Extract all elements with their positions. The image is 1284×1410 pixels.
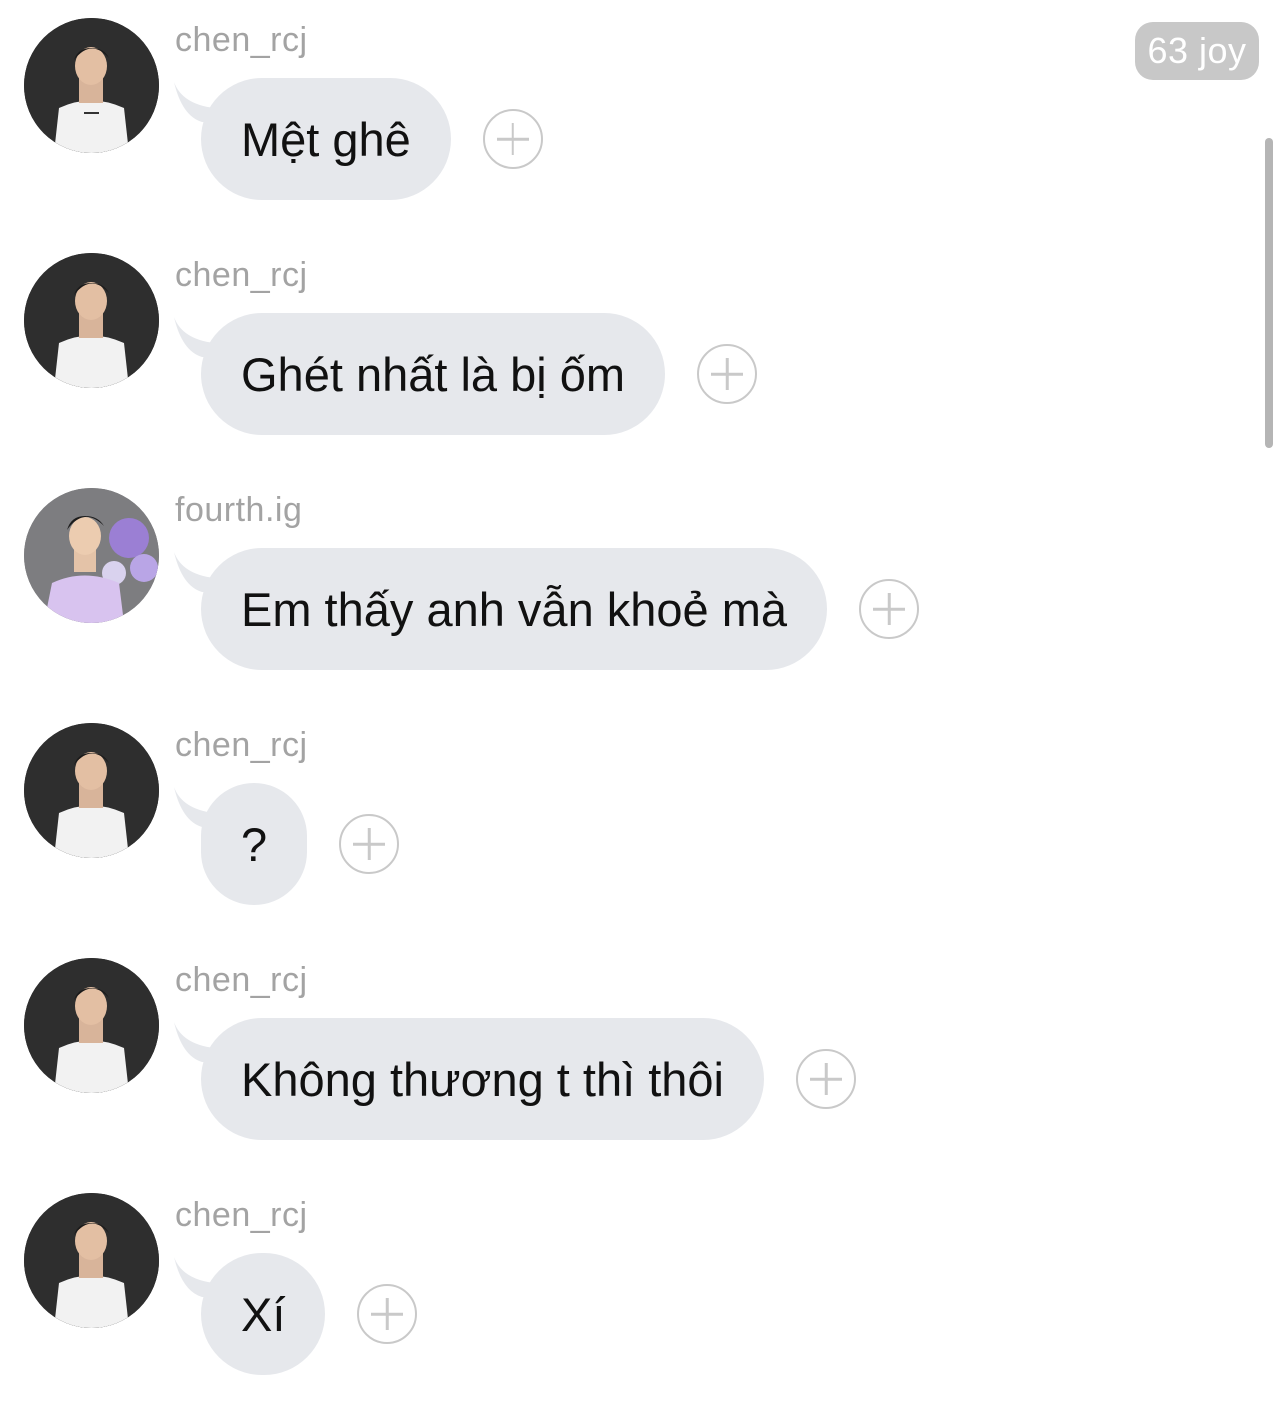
user-avatar[interactable] [24,488,159,623]
add-reaction-plus-icon[interactable] [357,1284,418,1344]
message-text: Không thương t thì thôi [241,1052,724,1106]
bubble-tail-icon [174,552,222,592]
bubble-tail-icon [174,1022,222,1062]
user-avatar[interactable] [24,18,159,153]
message-username[interactable]: chen_rcj [175,18,308,62]
message-row: chen_rcj Ghét nhất là bị ốm [0,235,1200,470]
add-reaction-plus-icon[interactable] [859,579,920,639]
bubble-tail-icon [174,787,222,827]
bubble-tail-icon [174,1257,222,1297]
message-bubble[interactable]: Không thương t thì thôi [174,1018,764,1140]
bubble-tail-icon [174,317,222,357]
message-row: chen_rcj ? [0,705,1200,940]
message-row: fourth.ig Em thấy anh vẫn khoẻ mà [0,470,1200,705]
joy-count-badge[interactable]: 63 joy [1135,22,1259,80]
message-row: chen_rcj Mệt ghê [0,0,1200,235]
message-username[interactable]: chen_rcj [175,253,308,297]
message-text: Ghét nhất là bị ốm [241,347,626,401]
message-bubble[interactable]: Mệt ghê [174,78,451,200]
message-bubble[interactable]: Em thấy anh vẫn khoẻ mà [174,548,828,670]
message-bubble[interactable]: Ghét nhất là bị ốm [174,313,666,435]
message-row: chen_rcj Xí [0,1175,1200,1410]
add-reaction-plus-icon[interactable] [697,344,758,404]
message-row: chen_rcj Không thương t thì thôi [0,940,1200,1175]
chat-message-list[interactable]: chen_rcj Mệt ghê chen_rcj Ghét nhất là b… [0,0,1284,1378]
message-bubble[interactable]: ? [174,783,308,905]
user-avatar[interactable] [24,723,159,858]
user-avatar[interactable] [24,958,159,1093]
message-bubble[interactable]: Xí [174,1253,326,1375]
add-reaction-plus-icon[interactable] [339,814,400,874]
bubble-tail-icon [174,82,222,122]
add-reaction-plus-icon[interactable] [482,109,543,169]
user-avatar[interactable] [24,1193,159,1328]
message-text: ? [241,817,268,871]
message-username[interactable]: chen_rcj [175,723,308,767]
message-username[interactable]: fourth.ig [175,488,302,532]
add-reaction-plus-icon[interactable] [796,1049,856,1109]
message-text: Em thấy anh vẫn khoẻ mà [241,582,788,636]
message-text: Mệt ghê [241,112,411,166]
user-avatar[interactable] [24,253,159,388]
message-username[interactable]: chen_rcj [175,958,308,1002]
message-username[interactable]: chen_rcj [175,1193,308,1237]
scrollbar[interactable] [1265,138,1273,448]
message-text: Xí [241,1287,286,1341]
